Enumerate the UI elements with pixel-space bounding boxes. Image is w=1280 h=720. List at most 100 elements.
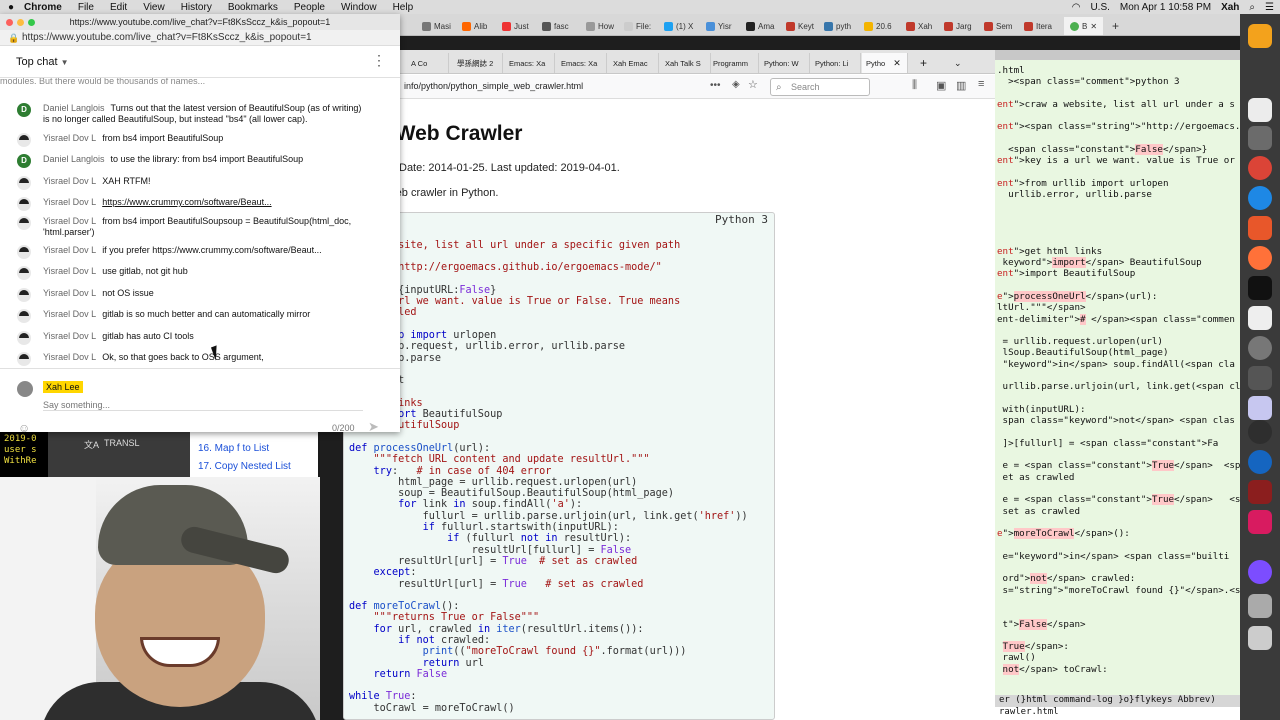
settings-icon[interactable] bbox=[1248, 336, 1272, 360]
chrome-icon[interactable] bbox=[1248, 156, 1272, 180]
chat-author[interactable]: Yisrael Dov L bbox=[43, 245, 96, 255]
avatar[interactable] bbox=[17, 331, 31, 345]
menu-help[interactable]: Help bbox=[393, 2, 414, 13]
ff-tab[interactable]: 學孫網誌 2 bbox=[453, 53, 503, 73]
avatar[interactable] bbox=[17, 309, 31, 323]
chat-url-bar[interactable]: 🔒 https://www.youtube.com/live_chat?v=Ft… bbox=[0, 30, 400, 46]
chrome-tab[interactable]: Just bbox=[502, 17, 529, 35]
chrome-tab[interactable]: Jarg bbox=[944, 17, 972, 35]
address-bar[interactable]: info/python/python_simple_web_crawler.ht… bbox=[404, 81, 583, 91]
chrome-tab[interactable]: Yisr bbox=[706, 17, 731, 35]
avatar[interactable] bbox=[17, 176, 31, 190]
preview-icon[interactable] bbox=[1248, 126, 1272, 150]
chat-author[interactable]: Daniel Langlois bbox=[43, 154, 105, 164]
avatar[interactable]: D bbox=[17, 154, 31, 168]
chat-author[interactable]: Yisrael Dov L bbox=[43, 133, 96, 143]
bookmark-star-icon[interactable]: ☆ bbox=[748, 78, 758, 91]
sidebar-icon[interactable]: ▥ bbox=[956, 79, 966, 92]
translate-label[interactable]: TRANSL bbox=[104, 438, 140, 448]
chrome-tab[interactable]: (1) X bbox=[664, 17, 693, 35]
avatar[interactable] bbox=[17, 288, 31, 302]
menu-window[interactable]: Window bbox=[341, 2, 377, 13]
list-link[interactable]: 17. Copy Nested List bbox=[198, 461, 291, 472]
emacs-icon[interactable] bbox=[1248, 560, 1272, 584]
my-avatar[interactable] bbox=[17, 381, 33, 397]
chrome-tab[interactable]: pyth bbox=[824, 17, 851, 35]
trash-icon[interactable] bbox=[1248, 626, 1272, 650]
chrome-tab[interactable]: fasc bbox=[542, 17, 569, 35]
new-tab-button[interactable]: + bbox=[1112, 17, 1119, 35]
minimize-window-icon[interactable] bbox=[17, 19, 24, 26]
menu-app-name[interactable]: Chrome bbox=[24, 2, 62, 13]
app-icon[interactable] bbox=[1248, 510, 1272, 534]
app-icon[interactable] bbox=[1248, 396, 1272, 420]
chevron-down-icon[interactable]: ⌄ bbox=[950, 53, 970, 73]
ff-tab[interactable]: Python: Li bbox=[811, 53, 861, 73]
chat-author[interactable]: Yisrael Dov L bbox=[43, 331, 96, 341]
search-icon[interactable]: ⌕ bbox=[1249, 2, 1255, 13]
extension-icon[interactable]: ▣ bbox=[936, 79, 946, 92]
close-icon[interactable]: ✕ bbox=[893, 58, 901, 69]
chat-author[interactable]: Yisrael Dov L bbox=[43, 197, 96, 207]
zoom-window-icon[interactable] bbox=[28, 19, 35, 26]
list-link[interactable]: 16. Map f to List bbox=[198, 443, 269, 454]
chrome-tab[interactable]: 20.6 bbox=[864, 17, 892, 35]
menu-view[interactable]: View bbox=[143, 2, 165, 13]
menu-edit[interactable]: Edit bbox=[110, 2, 127, 13]
keyboard-icon[interactable] bbox=[1248, 366, 1272, 390]
ff-tab[interactable]: Programm bbox=[709, 53, 759, 73]
menu-list-icon[interactable]: ☰ bbox=[1265, 2, 1274, 13]
chrome-tab[interactable]: Masi bbox=[422, 17, 451, 35]
obs-icon[interactable] bbox=[1248, 420, 1272, 444]
menu-people[interactable]: People bbox=[294, 2, 325, 13]
library-icon[interactable]: ⫼ bbox=[912, 79, 917, 92]
chrome-tab[interactable]: Xah bbox=[906, 17, 932, 35]
firefox-icon[interactable] bbox=[1248, 246, 1272, 270]
avatar[interactable]: D bbox=[17, 103, 31, 117]
chat-message-input[interactable] bbox=[43, 399, 363, 411]
app-icon[interactable] bbox=[1248, 594, 1272, 618]
ff-tab[interactable]: Xah Emac bbox=[609, 53, 659, 73]
locale-label[interactable]: U.S. bbox=[1090, 2, 1109, 13]
close-window-icon[interactable] bbox=[6, 19, 13, 26]
close-icon[interactable]: ✕ bbox=[1090, 22, 1097, 31]
chat-link[interactable]: https://www.crummy.com/software/Beaut... bbox=[102, 197, 271, 207]
ff-tab[interactable]: A Co bbox=[407, 53, 449, 73]
chrome-tab[interactable]: How bbox=[586, 17, 614, 35]
hamburger-menu-icon[interactable]: ≡ bbox=[978, 78, 984, 90]
chat-author[interactable]: Yisrael Dov L bbox=[43, 216, 96, 226]
send-icon[interactable]: ➤ bbox=[368, 419, 379, 435]
emoji-icon[interactable]: ☺ bbox=[18, 421, 30, 435]
ff-tab[interactable]: Xah Talk S bbox=[661, 53, 711, 73]
chrome-tab[interactable]: Keyt bbox=[786, 17, 814, 35]
brave-icon[interactable] bbox=[1248, 216, 1272, 240]
chrome-tab[interactable]: Ama bbox=[746, 17, 774, 35]
avatar[interactable] bbox=[17, 352, 31, 366]
chrome-tab[interactable]: Alib bbox=[462, 17, 487, 35]
user-name[interactable]: Xah bbox=[1221, 2, 1239, 13]
finder-icon[interactable] bbox=[1248, 98, 1272, 122]
wifi-icon[interactable]: ◠ bbox=[1072, 2, 1081, 13]
apple-icon[interactable]: ● bbox=[8, 2, 14, 13]
safari-icon[interactable] bbox=[1248, 186, 1272, 210]
pocket-icon[interactable]: ◈ bbox=[732, 79, 740, 90]
search-field[interactable]: ⌕ Search bbox=[770, 78, 870, 96]
chat-author[interactable]: Yisrael Dov L bbox=[43, 352, 96, 362]
menu-file[interactable]: File bbox=[78, 2, 94, 13]
chrome-tab[interactable]: Itera bbox=[1024, 17, 1052, 35]
chat-author[interactable]: Yisrael Dov L bbox=[43, 176, 96, 186]
avatar[interactable] bbox=[17, 197, 31, 211]
menu-history[interactable]: History bbox=[181, 2, 212, 13]
avatar[interactable] bbox=[17, 133, 31, 147]
app-icon[interactable] bbox=[1248, 450, 1272, 474]
ff-tab[interactable]: Python: W bbox=[760, 53, 810, 73]
textedit-icon[interactable] bbox=[1248, 306, 1272, 330]
ff-tab[interactable]: Emacs: Xa bbox=[505, 53, 555, 73]
avatar[interactable] bbox=[17, 216, 31, 230]
chat-author[interactable]: Daniel Langlois bbox=[43, 103, 105, 113]
chat-author[interactable]: Yisrael Dov L bbox=[43, 266, 96, 276]
avatar[interactable] bbox=[17, 245, 31, 259]
chrome-tab[interactable]: Sem bbox=[984, 17, 1012, 35]
chat-author[interactable]: Yisrael Dov L bbox=[43, 288, 96, 298]
ff-tab[interactable]: Emacs: Xa bbox=[557, 53, 607, 73]
